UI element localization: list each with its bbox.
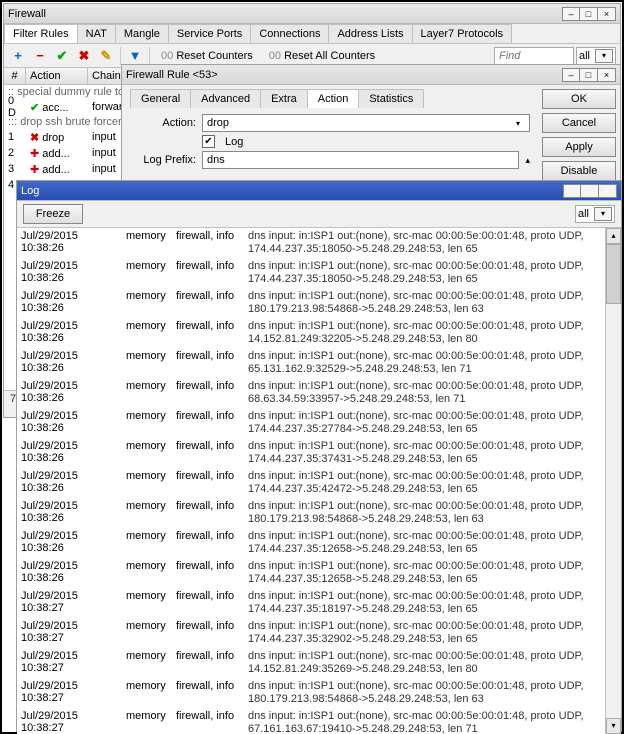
col-action[interactable]: Action bbox=[26, 68, 88, 84]
log-entry[interactable]: Jul/29/2015 10:38:26memoryfirewall, info… bbox=[17, 288, 621, 318]
log-entry[interactable]: Jul/29/2015 10:38:26memoryfirewall, info… bbox=[17, 348, 621, 378]
maximize-button[interactable]: □ bbox=[581, 184, 599, 198]
log-entry[interactable]: Jul/29/2015 10:38:27memoryfirewall, info… bbox=[17, 618, 621, 648]
minimize-button[interactable]: – bbox=[563, 184, 581, 198]
minimize-button[interactable]: – bbox=[562, 7, 580, 21]
log-entry[interactable]: Jul/29/2015 10:38:26memoryfirewall, info… bbox=[17, 498, 621, 528]
chevron-up-icon[interactable]: ▴ bbox=[525, 155, 530, 166]
log-prefix-label: Log Prefix: bbox=[130, 154, 202, 166]
rule-title: Firewall Rule <53> bbox=[126, 69, 562, 81]
log-window: Log – □ × Freeze all▾ Jul/29/2015 10:38:… bbox=[16, 180, 622, 732]
freeze-button[interactable]: Freeze bbox=[23, 204, 83, 224]
tab-address-lists[interactable]: Address Lists bbox=[328, 24, 412, 43]
tab-filter-rules[interactable]: Filter Rules bbox=[4, 24, 78, 43]
log-entry[interactable]: Jul/29/2015 10:38:27memoryfirewall, info… bbox=[17, 588, 621, 618]
scroll-thumb[interactable] bbox=[606, 244, 621, 304]
tab-layer7-protocols[interactable]: Layer7 Protocols bbox=[412, 24, 513, 43]
cancel-button[interactable]: Cancel bbox=[542, 113, 616, 133]
tab-statistics[interactable]: Statistics bbox=[358, 89, 424, 108]
ok-button[interactable]: OK bbox=[542, 89, 616, 109]
rule-titlebar[interactable]: Firewall Rule <53> – □ × bbox=[122, 65, 620, 85]
separator bbox=[149, 47, 150, 65]
remove-rule-button[interactable]: − bbox=[30, 46, 50, 66]
tab-action[interactable]: Action bbox=[307, 89, 360, 108]
log-entry[interactable]: Jul/29/2015 10:38:27memoryfirewall, info… bbox=[17, 648, 621, 678]
tab-mangle[interactable]: Mangle bbox=[115, 24, 169, 43]
scroll-up-icon[interactable]: ▴ bbox=[606, 228, 621, 244]
chevron-down-icon[interactable]: ▾ bbox=[595, 49, 613, 63]
log-entry[interactable]: Jul/29/2015 10:38:26memoryfirewall, info… bbox=[17, 438, 621, 468]
log-prefix-input[interactable] bbox=[202, 151, 519, 169]
disable-button[interactable]: Disable bbox=[542, 161, 616, 181]
log-entry[interactable]: Jul/29/2015 10:38:27memoryfirewall, info… bbox=[17, 708, 621, 734]
find-input[interactable] bbox=[494, 47, 574, 65]
tab-service-ports[interactable]: Service Ports bbox=[168, 24, 251, 43]
maximize-button[interactable]: □ bbox=[580, 7, 598, 21]
action-label: Action: bbox=[130, 117, 202, 129]
action-value: drop bbox=[207, 117, 229, 129]
apply-button[interactable]: Apply bbox=[542, 137, 616, 157]
tab-general[interactable]: General bbox=[130, 89, 191, 108]
firewall-tabs: Filter RulesNATMangleService PortsConnec… bbox=[4, 24, 620, 44]
enable-button[interactable]: ✔ bbox=[52, 46, 72, 66]
log-checkbox[interactable]: ✔ bbox=[202, 135, 215, 148]
log-entry[interactable]: Jul/29/2015 10:38:26memoryfirewall, info… bbox=[17, 528, 621, 558]
log-entry[interactable]: Jul/29/2015 10:38:26memoryfirewall, info… bbox=[17, 558, 621, 588]
tab-nat[interactable]: NAT bbox=[77, 24, 116, 43]
log-titlebar[interactable]: Log – □ × bbox=[17, 181, 621, 201]
log-toolbar: Freeze all▾ bbox=[17, 201, 621, 228]
col-number[interactable]: # bbox=[4, 68, 26, 84]
close-button[interactable]: × bbox=[598, 68, 616, 82]
log-entry[interactable]: Jul/29/2015 10:38:27memoryfirewall, info… bbox=[17, 678, 621, 708]
log-entry[interactable]: Jul/29/2015 10:38:26memoryfirewall, info… bbox=[17, 258, 621, 288]
firewall-titlebar[interactable]: Firewall – □ × bbox=[4, 4, 620, 24]
firewall-title: Firewall bbox=[8, 8, 562, 20]
log-label: Log bbox=[225, 136, 243, 148]
maximize-button[interactable]: □ bbox=[580, 68, 598, 82]
log-title: Log bbox=[21, 185, 563, 197]
log-entry[interactable]: Jul/29/2015 10:38:26memoryfirewall, info… bbox=[17, 378, 621, 408]
rule-tabs: GeneralAdvancedExtraActionStatistics bbox=[130, 89, 530, 108]
filter-select[interactable]: all▾ bbox=[576, 47, 616, 65]
action-select[interactable]: drop ▾ bbox=[202, 114, 530, 132]
log-entry[interactable]: Jul/29/2015 10:38:26memoryfirewall, info… bbox=[17, 408, 621, 438]
log-list[interactable]: Jul/29/2015 10:38:26memoryfirewall, info… bbox=[17, 228, 621, 734]
log-entry[interactable]: Jul/29/2015 10:38:26memoryfirewall, info… bbox=[17, 318, 621, 348]
separator bbox=[120, 47, 121, 65]
log-entry[interactable]: Jul/29/2015 10:38:26memoryfirewall, info… bbox=[17, 228, 621, 258]
tab-connections[interactable]: Connections bbox=[250, 24, 329, 43]
minimize-button[interactable]: – bbox=[562, 68, 580, 82]
comment-button[interactable]: ✎ bbox=[96, 46, 116, 66]
scroll-down-icon[interactable]: ▾ bbox=[606, 718, 621, 734]
chevron-down-icon[interactable]: ▾ bbox=[511, 119, 525, 128]
log-filter-select[interactable]: all▾ bbox=[575, 205, 615, 223]
close-button[interactable]: × bbox=[598, 7, 616, 21]
scrollbar[interactable]: ▴ ▾ bbox=[605, 228, 621, 734]
tab-extra[interactable]: Extra bbox=[260, 89, 308, 108]
add-rule-button[interactable]: + bbox=[8, 46, 28, 66]
reset-all-counters-button[interactable]: 00 Reset All Counters bbox=[262, 47, 382, 65]
chevron-down-icon[interactable]: ▾ bbox=[594, 207, 612, 221]
filter-button[interactable]: ▼ bbox=[125, 46, 145, 66]
tab-advanced[interactable]: Advanced bbox=[190, 89, 261, 108]
reset-counters-button[interactable]: 00 Reset Counters bbox=[154, 47, 260, 65]
rule-window: Firewall Rule <53> – □ × GeneralAdvanced… bbox=[121, 64, 621, 183]
disable-button[interactable]: ✖ bbox=[74, 46, 94, 66]
log-entry[interactable]: Jul/29/2015 10:38:26memoryfirewall, info… bbox=[17, 468, 621, 498]
close-button[interactable]: × bbox=[599, 184, 617, 198]
